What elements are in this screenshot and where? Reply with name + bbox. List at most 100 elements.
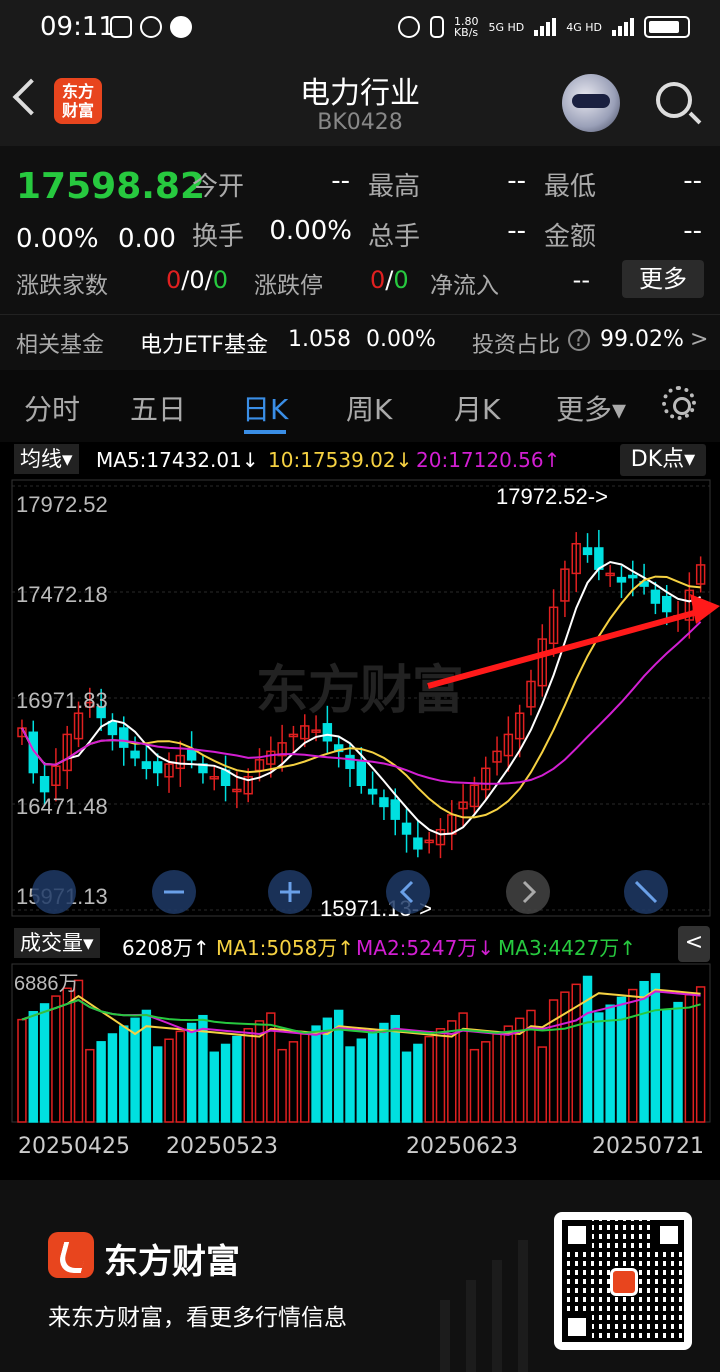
candle-body [662, 595, 672, 613]
candle-body [119, 727, 129, 748]
kline-svg: 东方财富 17972.5217472.1816971.8316471.48159… [11, 479, 720, 921]
message-icon [170, 16, 192, 38]
brand-logo-icon [48, 1232, 94, 1278]
candle-body [379, 797, 389, 808]
volume-bar [673, 1001, 683, 1123]
volume-current: 6208万↑ [122, 936, 210, 960]
volume-bar [695, 986, 706, 1123]
candle-body [390, 799, 400, 820]
last-price: 17598.82 [16, 166, 206, 207]
updown-count-label: 涨跌家数 [16, 273, 108, 299]
volume-bar [39, 1003, 50, 1123]
volume-bar [401, 1051, 412, 1123]
signal-icon-2 [612, 18, 634, 36]
slash-2: / [204, 266, 213, 294]
header: 东方 财富 电力行业 BK0428 [0, 56, 720, 146]
volume-bar [62, 987, 72, 1123]
volume-bar [492, 1033, 502, 1123]
volume-chart[interactable]: 6886万 [0, 962, 720, 1126]
volume-selector-button[interactable]: 成交量▾ [14, 928, 100, 958]
tab-five-day[interactable]: 五日 [130, 388, 186, 428]
scroll-right-button [506, 870, 550, 914]
volume-bar [288, 1041, 299, 1123]
low-label: 最低 [544, 172, 597, 202]
status-time: 09:11 [40, 12, 115, 42]
volume-bar [616, 996, 627, 1123]
dk-point-button[interactable]: DK点▾ [620, 444, 706, 476]
volume-bar [594, 1012, 604, 1123]
app-icon [140, 16, 162, 38]
search-icon[interactable] [656, 82, 692, 118]
volume-bar [481, 1041, 491, 1123]
tab-daily-k[interactable]: 日K [242, 388, 288, 428]
collapse-button[interactable]: < [678, 926, 710, 962]
volume-ma2: MA2:5247万↓ [356, 936, 495, 960]
battery-icon [644, 16, 690, 38]
volume-bar [684, 994, 695, 1123]
tab-monthly-k[interactable]: 月K [454, 388, 500, 428]
candle-body [130, 750, 140, 759]
robot-assistant-icon[interactable] [562, 74, 620, 132]
net-type-2: 4G HD [566, 20, 602, 34]
tab-more[interactable]: 更多▾ [556, 388, 626, 428]
trend-arrow-line [427, 605, 713, 689]
netflow-value: -- [572, 266, 590, 294]
date-label: 20250623 [406, 1134, 518, 1159]
kline-chart[interactable]: 东方财富 17972.5217472.1816971.8316471.48159… [0, 478, 720, 928]
volume-bar [96, 1041, 106, 1123]
tab-intraday[interactable]: 分时 [24, 388, 80, 428]
candle-body [616, 576, 627, 583]
down-count: 0 [212, 266, 229, 294]
trend-arrow-head [690, 594, 720, 624]
signal-icon-1 [534, 18, 557, 36]
related-fund-label: 相关基金 [16, 333, 105, 358]
volume-bar [356, 1038, 367, 1123]
volume-bar [243, 1028, 253, 1123]
investment-ratio-label: 投资占比 [472, 333, 561, 358]
net-speed: 1.80 KB/s [453, 15, 479, 39]
volume-bar [220, 1043, 231, 1123]
investment-ratio-value: 99.02% [600, 327, 684, 352]
candle-body [582, 547, 593, 556]
volume-max-label: 6886万 [14, 973, 79, 995]
candle-body [107, 720, 118, 736]
candle-body [367, 788, 378, 795]
volume-bar [639, 980, 649, 1123]
open-value: -- [331, 166, 350, 196]
high-value: -- [507, 166, 526, 196]
volume-bar [232, 1035, 242, 1123]
turnover-label: 换手 [192, 222, 245, 252]
qr-logo-icon [610, 1268, 638, 1296]
status-notification-icons [110, 16, 192, 38]
volume-bar [662, 1009, 672, 1123]
amount-label: 金额 [544, 222, 597, 252]
candle-body [628, 574, 638, 579]
flat-count: 0 [189, 266, 205, 294]
candle-body [401, 822, 412, 835]
volume-bar [469, 1048, 480, 1123]
volume-bar [413, 1043, 423, 1123]
fund-name: 电力ETF基金 [140, 333, 268, 358]
gear-icon[interactable] [662, 386, 696, 420]
related-fund-row[interactable]: 相关基金 电力ETF基金 1.058 0.00% 投资占比 ? 99.02% > [0, 314, 720, 370]
volume-bar [85, 1048, 95, 1123]
help-icon[interactable]: ? [568, 329, 590, 351]
ma20-value: 20:17120.56↑ [416, 448, 561, 472]
brand-slogan: 来东方财富，看更多行情信息 [48, 1305, 347, 1331]
volume-bar [367, 1030, 378, 1123]
more-button[interactable]: 更多 [622, 260, 704, 298]
tab-weekly-k[interactable]: 周K [346, 388, 392, 428]
candle-body [141, 761, 152, 770]
limit-label: 涨跌停 [254, 273, 323, 299]
volume-bar [209, 1051, 219, 1123]
net-type-1: 5G HD [488, 20, 525, 34]
limit-up-count: 0 [370, 266, 386, 294]
promo-banner[interactable]: 东方财富 来东方财富，看更多行情信息 [0, 1180, 720, 1372]
open-label: 今开 [192, 172, 245, 202]
volume-bar [424, 1035, 434, 1123]
ma-selector-button[interactable]: 均线▾ [14, 444, 79, 474]
low-value: -- [683, 166, 702, 196]
qr-code [554, 1212, 692, 1350]
total-hand-value: -- [507, 216, 526, 246]
candle-body [39, 776, 50, 793]
